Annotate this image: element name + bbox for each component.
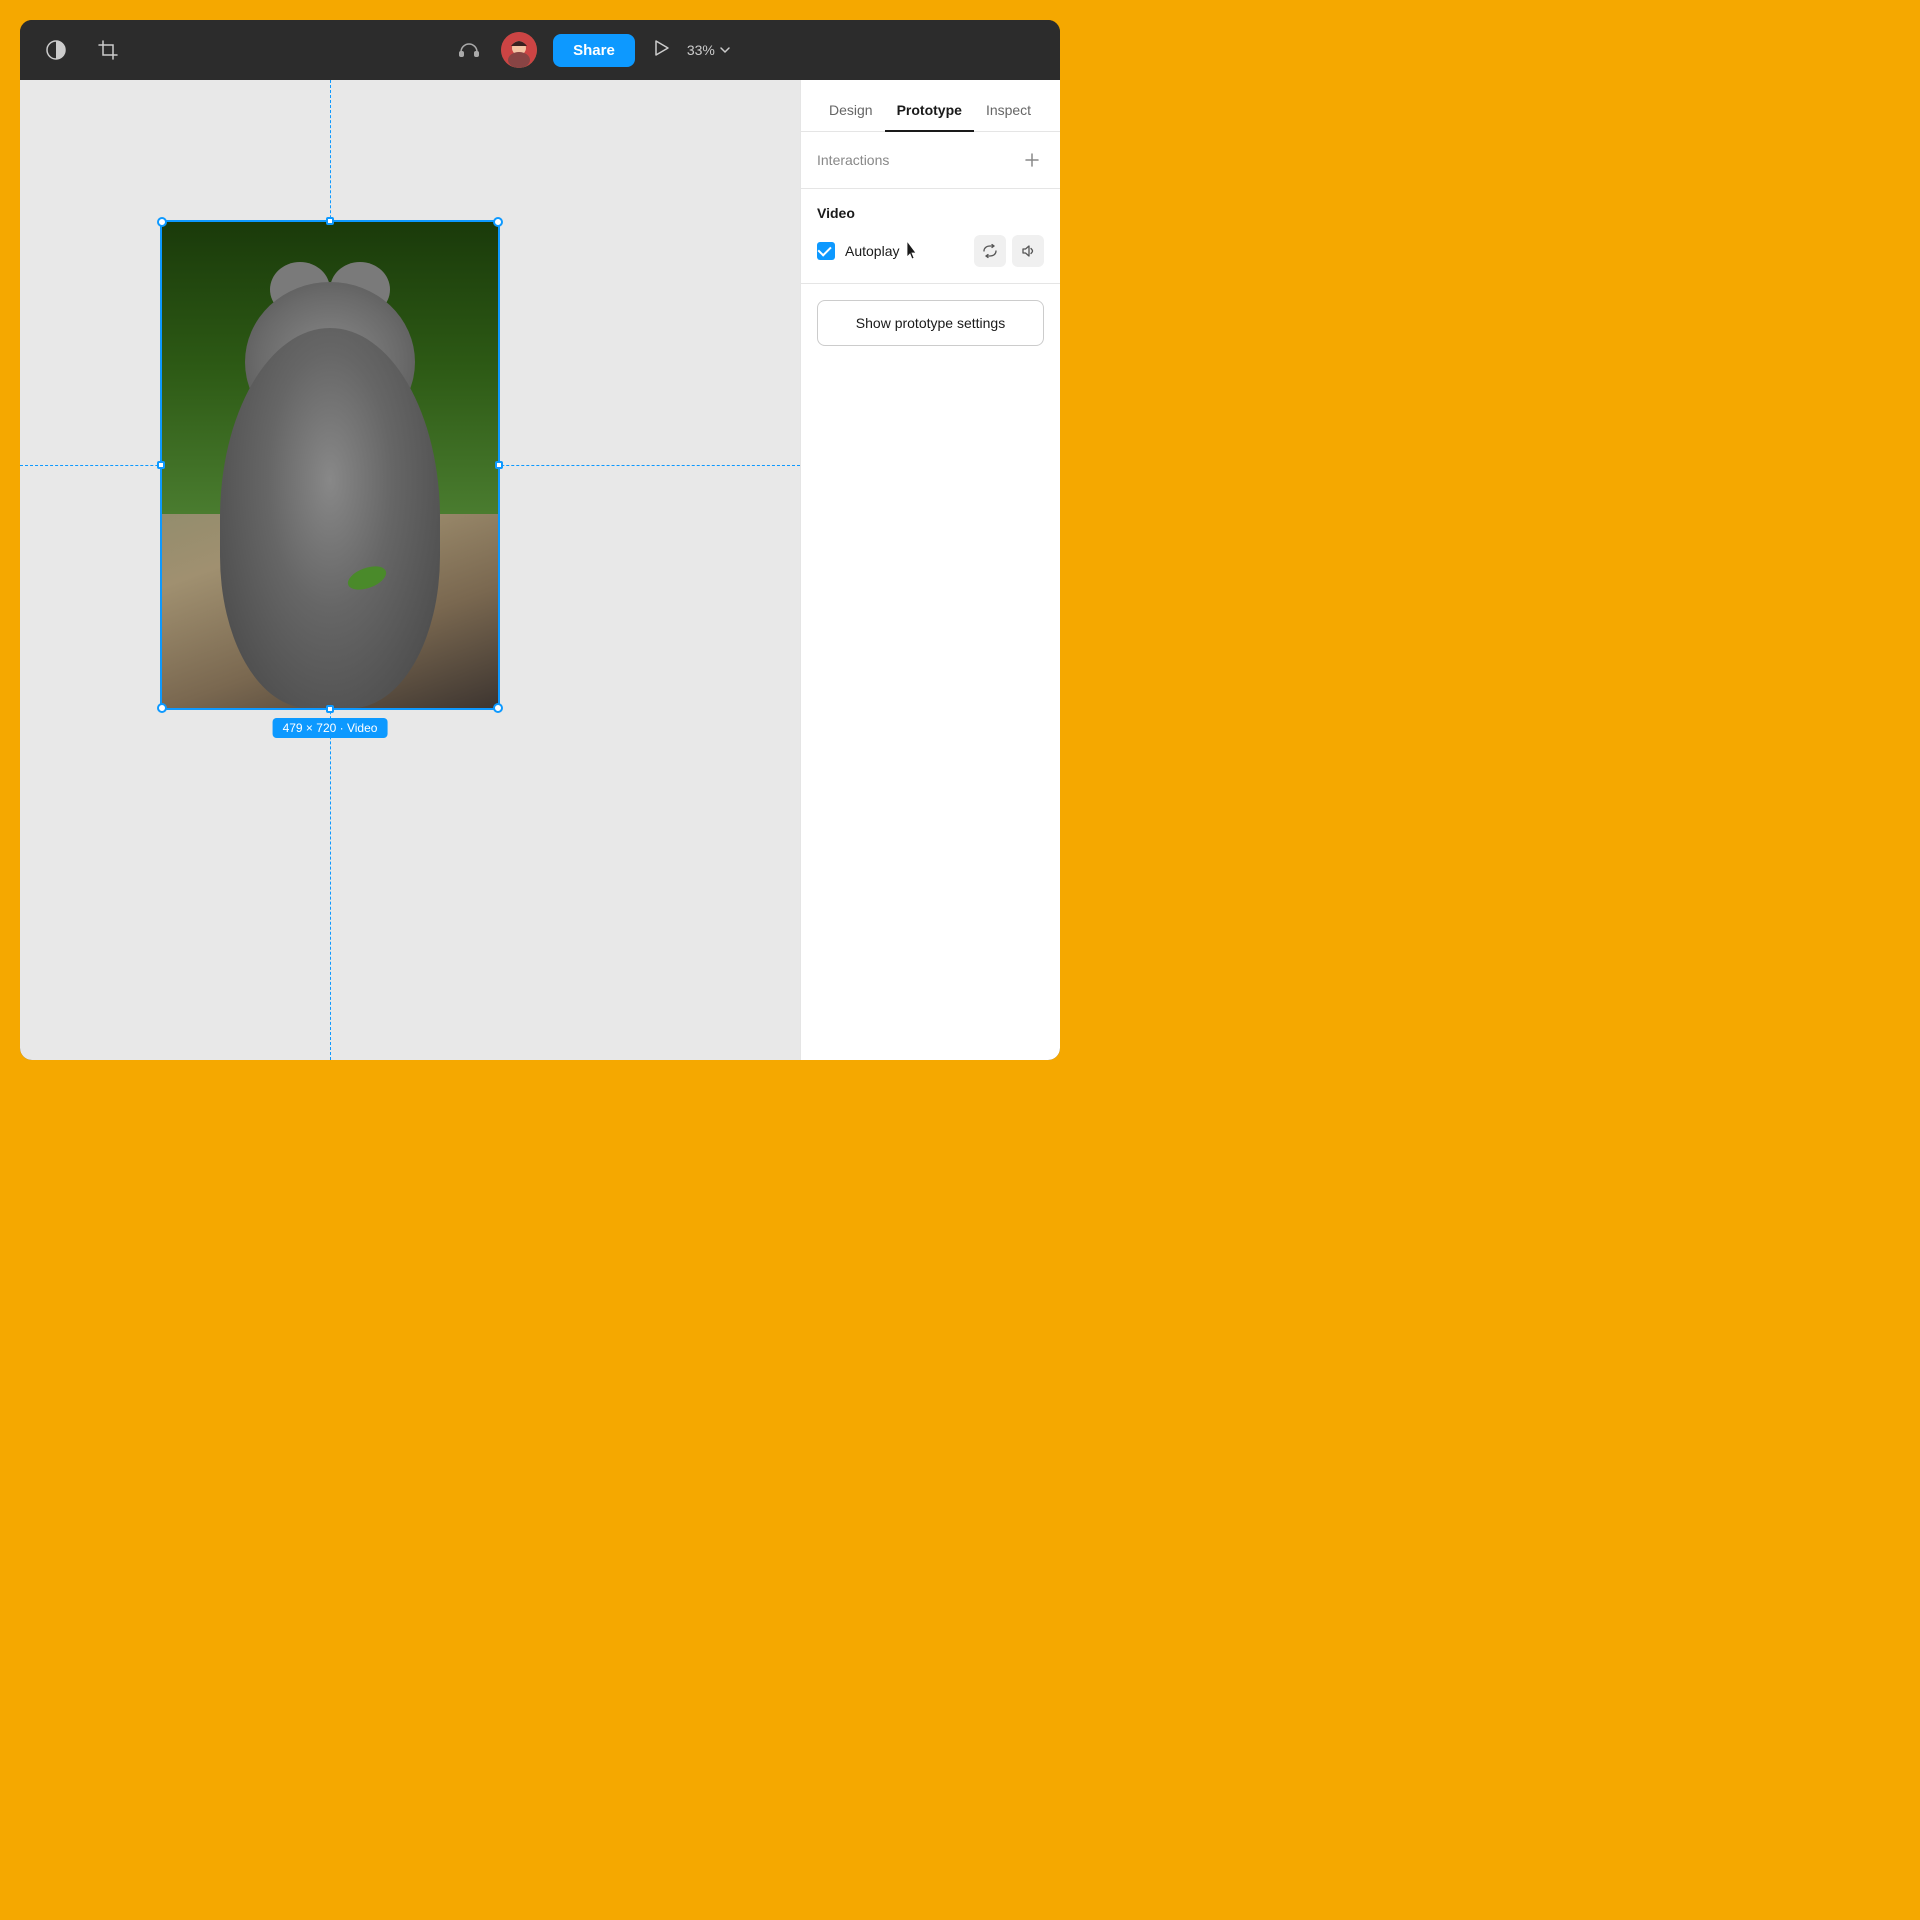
headphones-icon[interactable] <box>453 34 485 66</box>
zoom-value: 33% <box>687 42 715 58</box>
resize-handle-bottom-left[interactable] <box>157 703 167 713</box>
resize-handle-bottom-right[interactable] <box>493 703 503 713</box>
autoplay-row: Autoplay <box>817 235 1044 267</box>
titlebar-left <box>40 34 124 66</box>
contrast-icon[interactable] <box>40 34 72 66</box>
autoplay-label: Autoplay <box>845 243 899 259</box>
show-prototype-settings-button[interactable]: Show prototype settings <box>817 300 1044 346</box>
app-window: Share 33% <box>20 20 1060 1060</box>
titlebar-center: Share 33% <box>144 32 1040 68</box>
panel-tabs: Design Prototype Inspect <box>801 80 1060 132</box>
zoom-control[interactable]: 33% <box>687 42 731 58</box>
autoplay-checkbox[interactable] <box>817 242 835 260</box>
video-section: Video Autoplay <box>801 189 1060 284</box>
tab-design[interactable]: Design <box>817 102 885 132</box>
resize-handle-right-mid[interactable] <box>495 461 503 469</box>
crop-icon[interactable] <box>92 34 124 66</box>
autoplay-left: Autoplay <box>817 239 923 263</box>
add-interaction-button[interactable] <box>1020 148 1044 172</box>
play-icon[interactable] <box>651 38 671 63</box>
right-panel: Design Prototype Inspect Interactions Vi… <box>800 80 1060 1060</box>
interactions-title: Interactions <box>817 152 889 168</box>
resize-handle-bottom-mid[interactable] <box>326 705 334 713</box>
mute-button[interactable] <box>1012 235 1044 267</box>
titlebar: Share 33% <box>20 20 1060 80</box>
resize-handle-top-mid[interactable] <box>326 217 334 225</box>
selected-element-frame[interactable]: 479 × 720 · Video <box>160 220 500 710</box>
tab-inspect[interactable]: Inspect <box>974 102 1043 132</box>
canvas-area[interactable]: 479 × 720 · Video <box>20 80 800 1060</box>
video-element <box>162 222 498 708</box>
interactions-section: Interactions <box>801 132 1060 189</box>
cursor-icon <box>903 239 923 263</box>
loop-button[interactable] <box>974 235 1006 267</box>
share-button[interactable]: Share <box>553 34 635 67</box>
video-title: Video <box>817 205 1044 221</box>
resize-handle-top-left[interactable] <box>157 217 167 227</box>
main-area: 479 × 720 · Video Design Prototype Inspe… <box>20 80 1060 1060</box>
tab-prototype[interactable]: Prototype <box>885 102 974 132</box>
resize-handle-top-right[interactable] <box>493 217 503 227</box>
dimension-label: 479 × 720 · Video <box>273 718 388 738</box>
resize-handle-left-mid[interactable] <box>157 461 165 469</box>
koala-body <box>220 328 440 708</box>
video-controls <box>974 235 1044 267</box>
avatar <box>501 32 537 68</box>
